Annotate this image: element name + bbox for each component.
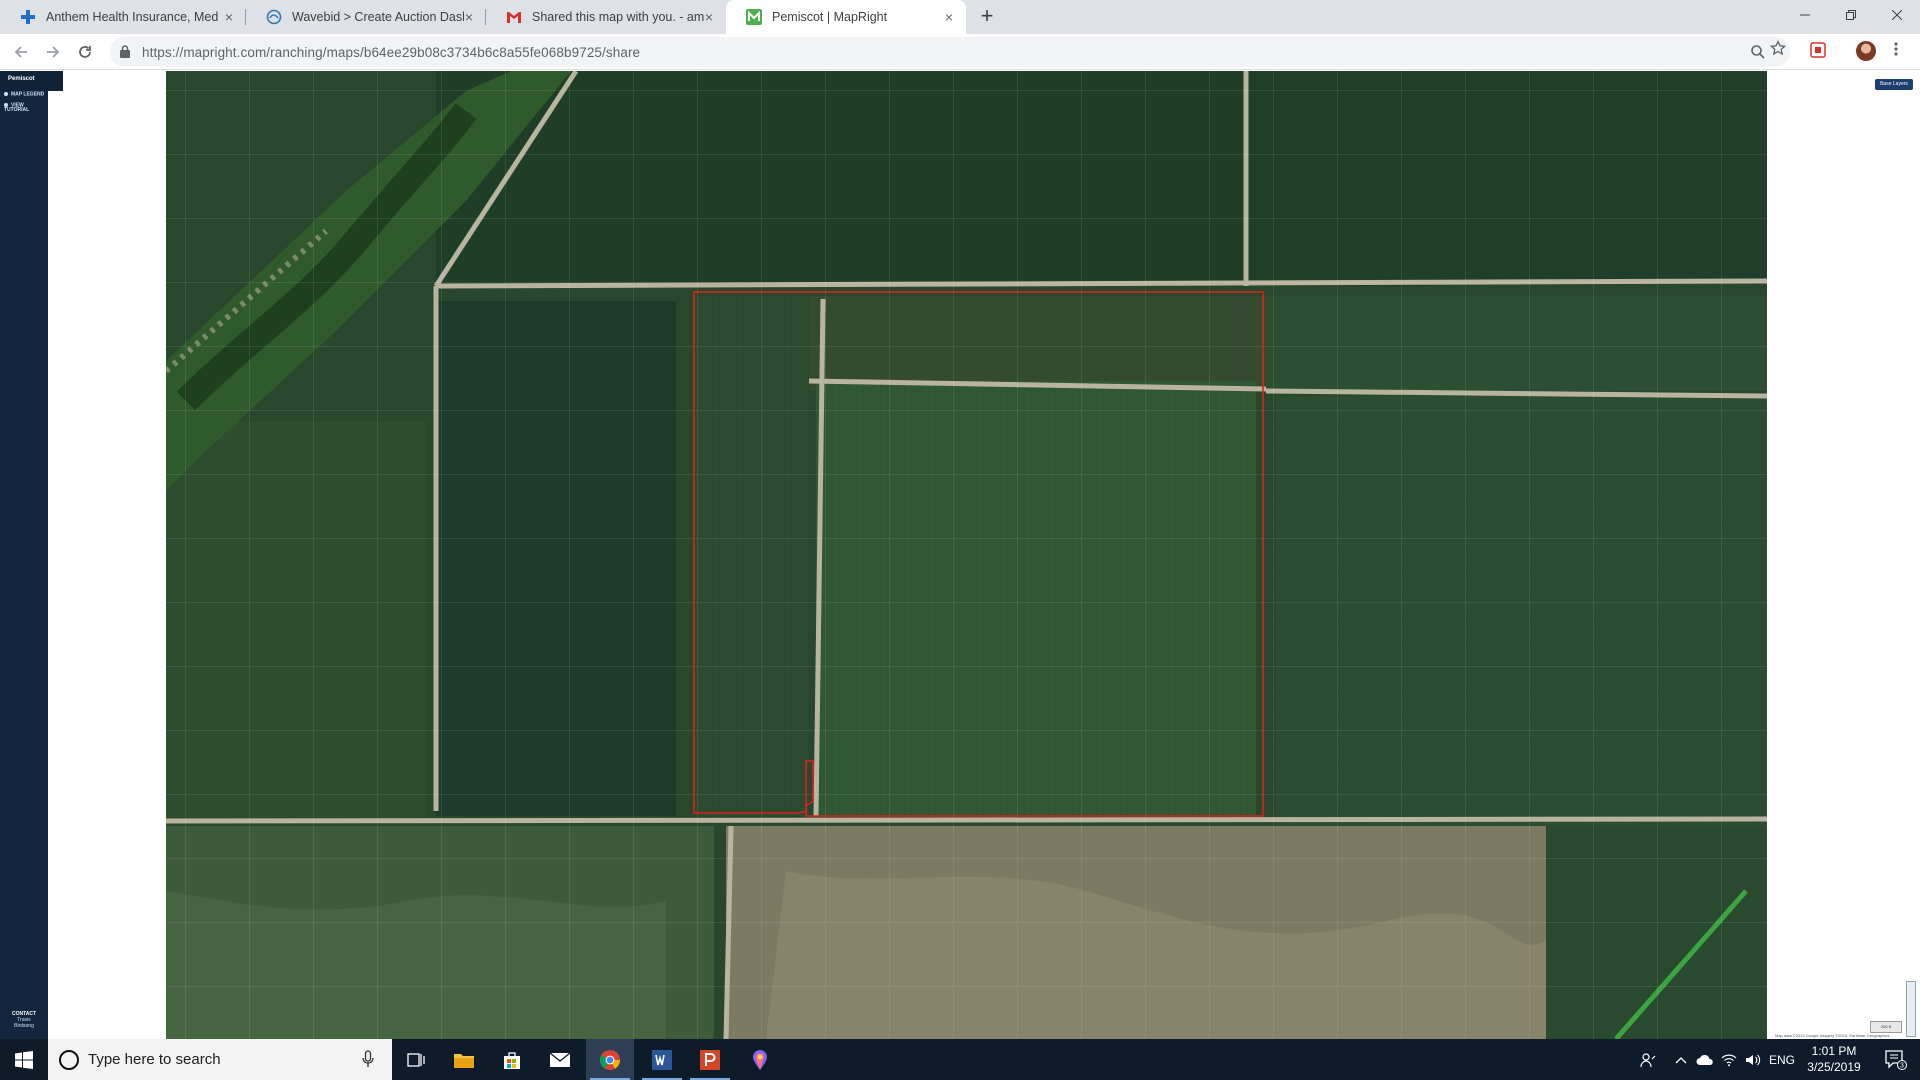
map-legend-label: MAP LEGEND bbox=[11, 91, 45, 98]
anthem-cross-icon bbox=[20, 9, 36, 25]
chrome-icon bbox=[599, 1049, 621, 1070]
tab-title: Wavebid > Create Auction Dashb bbox=[292, 10, 464, 24]
map-pin-icon bbox=[753, 1049, 767, 1070]
close-tab-icon[interactable]: × bbox=[702, 10, 716, 24]
task-view-icon bbox=[407, 1052, 425, 1067]
notification-icon: 3 bbox=[1885, 1049, 1907, 1070]
lock-icon bbox=[120, 45, 130, 63]
mapright-icon bbox=[746, 9, 762, 25]
map-right-margin bbox=[1767, 71, 1920, 1039]
tab-anthem[interactable]: Anthem Health Insurance, Medic × bbox=[0, 0, 246, 34]
action-center-button[interactable]: 3 bbox=[1872, 1039, 1920, 1080]
tab-title: Pemiscot | MapRight bbox=[772, 10, 888, 24]
tab-title: Anthem Health Insurance, Medic bbox=[46, 10, 218, 24]
clock-time: 1:01 PM bbox=[1811, 1044, 1857, 1058]
close-tab-icon[interactable]: × bbox=[462, 10, 476, 24]
new-tab-button[interactable]: + bbox=[976, 5, 998, 28]
close-window-icon[interactable] bbox=[1874, 0, 1920, 30]
app-sidebar: Pemiscot MAP LEGEND VIEW TUTORIAL CONTAC… bbox=[0, 71, 63, 1039]
language-indicator[interactable]: ENG bbox=[1766, 1039, 1798, 1080]
notification-count: 3 bbox=[1900, 1062, 1904, 1069]
page-title: Pemiscot bbox=[8, 76, 35, 82]
more-menu-icon[interactable] bbox=[1893, 41, 1899, 62]
taskbar-search-input[interactable]: Type here to search bbox=[48, 1039, 392, 1080]
tab-wavebid[interactable]: Wavebid > Create Auction Dashb × bbox=[246, 0, 486, 34]
tab-mapright[interactable]: Pemiscot | MapRight × bbox=[726, 0, 966, 34]
minimize-icon[interactable] bbox=[1782, 0, 1828, 30]
chevron-up-icon[interactable] bbox=[1670, 1039, 1692, 1080]
close-tab-icon[interactable]: × bbox=[942, 10, 956, 24]
start-button[interactable] bbox=[0, 1039, 48, 1080]
microphone-icon[interactable] bbox=[362, 1050, 374, 1073]
chrome-button[interactable] bbox=[586, 1039, 634, 1080]
map-canvas[interactable] bbox=[166, 71, 1767, 1039]
view-tutorial-link[interactable]: VIEW TUTORIAL bbox=[4, 103, 48, 113]
word-button[interactable] bbox=[638, 1039, 686, 1080]
base-layers-button[interactable]: Base Layers bbox=[1875, 79, 1913, 90]
map-legend-link[interactable]: MAP LEGEND bbox=[4, 92, 44, 97]
legend-icon bbox=[4, 92, 8, 96]
zoom-icon[interactable] bbox=[1750, 44, 1766, 65]
forward-arrow-icon[interactable] bbox=[41, 40, 65, 64]
address-bar[interactable]: https://mapright.com/ranching/maps/b64ee… bbox=[110, 37, 1790, 67]
system-clock[interactable]: 1:01 PM 3/25/2019 bbox=[1800, 1043, 1868, 1075]
onedrive-cloud-icon[interactable] bbox=[1694, 1039, 1716, 1080]
browser-toolbar: https://mapright.com/ranching/maps/b64ee… bbox=[0, 34, 1920, 70]
map-attribution: Map data ©2019 Google Imagery ©2019, Ear… bbox=[1775, 1033, 1890, 1038]
restore-icon[interactable] bbox=[1828, 0, 1874, 30]
mail-icon bbox=[549, 1051, 571, 1067]
search-placeholder: Type here to search bbox=[88, 1051, 221, 1068]
file-explorer-button[interactable] bbox=[440, 1039, 488, 1080]
contact-block[interactable]: CONTACT Travis Birdsong bbox=[4, 1011, 44, 1029]
wavebid-icon bbox=[266, 9, 282, 25]
task-view-button[interactable] bbox=[392, 1039, 440, 1080]
powerpoint-icon bbox=[700, 1049, 720, 1070]
powerpoint-button[interactable] bbox=[686, 1039, 734, 1080]
bookmark-star-icon[interactable] bbox=[1769, 39, 1787, 61]
gmail-icon bbox=[506, 9, 522, 25]
page-content: Pemiscot MAP LEGEND VIEW TUTORIAL CONTAC… bbox=[0, 71, 1920, 1039]
store-icon bbox=[504, 1051, 520, 1069]
map-scale: 200 ft bbox=[1870, 1021, 1902, 1033]
word-icon bbox=[652, 1049, 672, 1070]
windows-logo-icon bbox=[15, 1050, 33, 1069]
tab-title: Shared this map with you. - amy bbox=[532, 10, 704, 24]
cortana-icon bbox=[59, 1050, 79, 1070]
satellite-imagery bbox=[166, 71, 1767, 1039]
contact-last-name: Birdsong bbox=[14, 1023, 34, 1029]
mail-button[interactable] bbox=[536, 1039, 584, 1080]
wifi-icon[interactable] bbox=[1718, 1039, 1740, 1080]
windows-taskbar: Type here to search ENG 1:01 PM 3/25/201… bbox=[0, 1039, 1920, 1080]
reload-icon[interactable] bbox=[73, 40, 97, 64]
volume-icon[interactable] bbox=[1742, 1039, 1764, 1080]
map-zoom-control[interactable] bbox=[1906, 981, 1916, 1037]
tab-gmail[interactable]: Shared this map with you. - amy × bbox=[486, 0, 726, 34]
maps-app-button[interactable] bbox=[736, 1039, 784, 1080]
profile-avatar[interactable] bbox=[1856, 41, 1876, 61]
clock-date: 3/25/2019 bbox=[1807, 1060, 1861, 1074]
folder-icon bbox=[454, 1053, 474, 1068]
sidebar-title-bar: Pemiscot bbox=[0, 71, 63, 91]
people-icon[interactable] bbox=[1635, 1039, 1661, 1080]
store-button[interactable] bbox=[488, 1039, 536, 1080]
close-tab-icon[interactable]: × bbox=[222, 10, 236, 24]
extension-icon[interactable] bbox=[1810, 42, 1826, 63]
browser-tab-strip: Anthem Health Insurance, Medic × Wavebid… bbox=[0, 0, 1920, 34]
back-arrow-icon[interactable] bbox=[9, 40, 33, 64]
url-text: https://mapright.com/ranching/maps/b64ee… bbox=[142, 45, 641, 60]
